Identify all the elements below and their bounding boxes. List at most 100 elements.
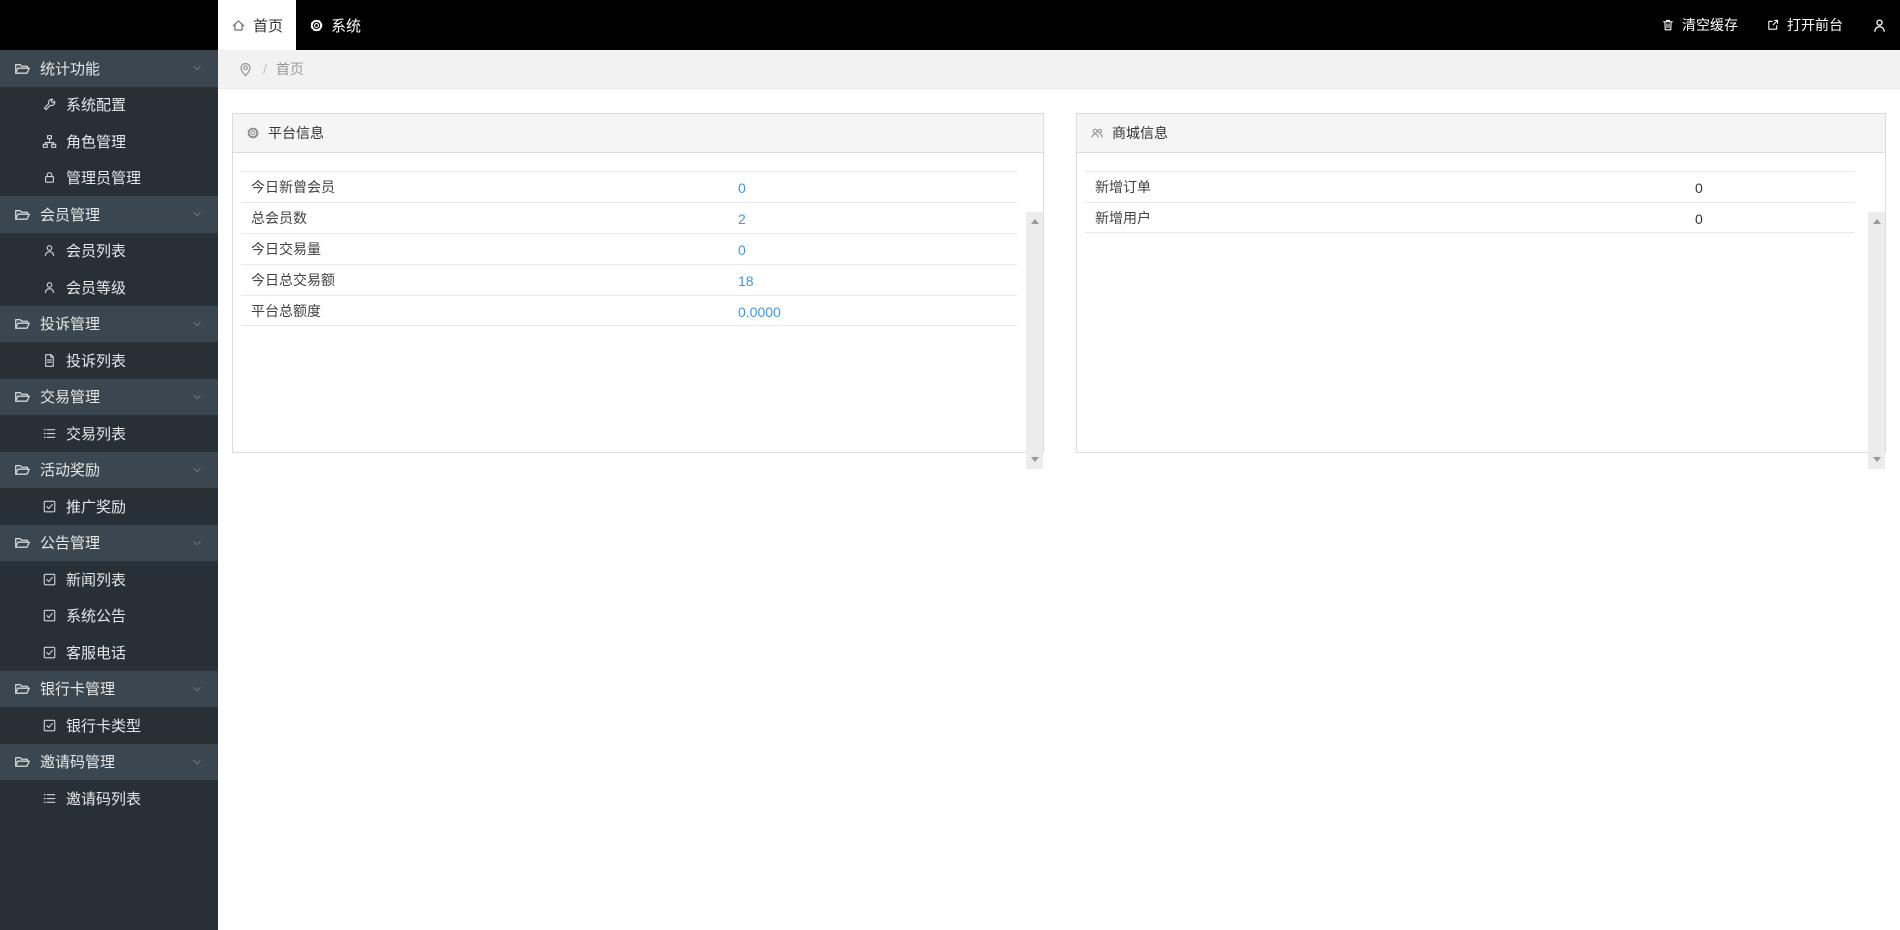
user-menu-button[interactable] (1871, 17, 1888, 34)
stat-value-link[interactable]: 18 (738, 265, 754, 296)
stat-label: 总会员数 (251, 210, 307, 226)
mall-info-panel: 商城信息 新增订单 0 新增用户 0 (1076, 113, 1886, 469)
tab-bar: 首页 系统 (218, 0, 374, 50)
list-icon (42, 791, 57, 806)
sidebar-item-notice-management[interactable]: 公告管理 (0, 524, 218, 561)
sidebar-item-bankcard-type[interactable]: 银行卡类型 (0, 707, 218, 744)
sidebar-item-complaint-list[interactable]: 投诉列表 (0, 342, 218, 379)
open-frontend-button[interactable]: 打开前台 (1766, 15, 1843, 35)
mall-panel-scrollbar[interactable] (1868, 212, 1885, 469)
sidebar-item-invite-code-management[interactable]: 邀请码管理 (0, 743, 218, 780)
sidebar-item-admin-management[interactable]: 管理员管理 (0, 160, 218, 197)
tab-system[interactable]: 系统 (296, 0, 374, 50)
gear-icon (246, 126, 260, 140)
clear-cache-button[interactable]: 清空缓存 (1661, 15, 1738, 35)
external-link-icon (1766, 18, 1780, 32)
stat-value: 0 (1695, 210, 1703, 227)
sidebar-item-complaint-management[interactable]: 投诉管理 (0, 305, 218, 342)
stat-value: 0 (1695, 179, 1703, 196)
sidebar-item-system-config[interactable]: 系统配置 (0, 87, 218, 124)
tab-home[interactable]: 首页 (218, 0, 297, 50)
sitemap-icon (42, 134, 57, 149)
sidebar-item-role-management[interactable]: 角色管理 (0, 123, 218, 160)
scroll-down-icon[interactable] (1030, 457, 1039, 462)
check-square-icon (42, 645, 57, 660)
stat-value-link[interactable]: 2 (738, 203, 746, 234)
sidebar-item-member-management[interactable]: 会员管理 (0, 196, 218, 233)
stat-row: 新增订单 0 (1085, 171, 1854, 202)
sidebar-item-invite-code-list[interactable]: 邀请码列表 (0, 780, 218, 817)
stat-label: 今日新曾会员 (251, 179, 335, 195)
user-icon (42, 280, 57, 295)
stat-label: 新增订单 (1095, 179, 1151, 195)
platform-info-panel: 平台信息 今日新曾会员 0 总会员数 2 今日交易量 0 今日总交易额 18 平… (232, 113, 1044, 469)
folder-open-icon (14, 534, 31, 551)
folder-open-icon (14, 60, 31, 77)
breadcrumb-current[interactable]: 首页 (276, 59, 304, 79)
chevron-down-icon (190, 463, 204, 477)
stat-row: 今日新曾会员 0 (241, 171, 1017, 202)
user-icon (42, 243, 57, 258)
stat-label: 平台总额度 (251, 302, 321, 319)
stat-row: 新增用户 0 (1085, 202, 1854, 233)
sidebar-item-system-notice[interactable]: 系统公告 (0, 598, 218, 635)
chevron-down-icon (190, 61, 204, 75)
mall-panel-body: 新增订单 0 新增用户 0 (1077, 171, 1885, 470)
platform-panel-body: 今日新曾会员 0 总会员数 2 今日交易量 0 今日总交易额 18 平台总额度 … (233, 171, 1043, 470)
chevron-down-icon (190, 536, 204, 550)
gear-icon (309, 18, 324, 33)
sidebar-item-stats[interactable]: 统计功能 (0, 50, 218, 87)
scroll-up-icon[interactable] (1872, 219, 1881, 224)
scroll-down-icon[interactable] (1872, 457, 1881, 462)
stat-label: 新增用户 (1095, 209, 1151, 226)
stat-label: 今日总交易额 (251, 272, 335, 288)
scroll-up-icon[interactable] (1030, 219, 1039, 224)
check-square-icon (42, 718, 57, 733)
chevron-down-icon (190, 207, 204, 221)
stat-value-link[interactable]: 0.0000 (738, 296, 781, 327)
sidebar-item-trade-management[interactable]: 交易管理 (0, 378, 218, 415)
chevron-down-icon (190, 755, 204, 769)
trash-icon (1661, 18, 1675, 32)
folder-open-icon (14, 753, 31, 770)
platform-panel-header: 平台信息 (233, 114, 1043, 153)
breadcrumb-separator: / (263, 61, 267, 77)
platform-stats-table: 今日新曾会员 0 总会员数 2 今日交易量 0 今日总交易额 18 平台总额度 … (241, 171, 1017, 326)
sidebar-item-trade-list[interactable]: 交易列表 (0, 415, 218, 452)
chevron-down-icon (190, 317, 204, 331)
file-text-icon (42, 353, 57, 368)
stat-row: 今日总交易额 18 (241, 264, 1017, 295)
sidebar-item-member-list[interactable]: 会员列表 (0, 233, 218, 270)
stat-label: 今日交易量 (251, 241, 321, 257)
sidebar-item-service-phone[interactable]: 客服电话 (0, 634, 218, 671)
folder-open-icon (14, 461, 31, 478)
platform-panel-title: 平台信息 (268, 125, 324, 141)
stat-row: 今日交易量 0 (241, 233, 1017, 264)
sidebar-item-promotion-reward[interactable]: 推广奖励 (0, 488, 218, 525)
sidebar-item-member-level[interactable]: 会员等级 (0, 269, 218, 306)
sidebar: 统计功能 系统配置 角色管理 管理员管理 会员管理 会员列表 会员等级 投诉管理… (0, 50, 218, 930)
mall-panel-header: 商城信息 (1077, 114, 1885, 153)
folder-open-icon (14, 388, 31, 405)
mall-panel-title: 商城信息 (1112, 125, 1168, 141)
stat-value-link[interactable]: 0 (738, 234, 746, 265)
main-area: / 首页 平台信息 今日新曾会员 0 总会员数 2 今日交易量 0 今日总交易额… (218, 50, 1900, 930)
mall-stats-table: 新增订单 0 新增用户 0 (1085, 171, 1854, 233)
stat-value-link[interactable]: 0 (738, 172, 746, 203)
check-square-icon (42, 608, 57, 623)
stat-row: 总会员数 2 (241, 202, 1017, 233)
content: 平台信息 今日新曾会员 0 总会员数 2 今日交易量 0 今日总交易额 18 平… (218, 89, 1900, 930)
sidebar-item-news-list[interactable]: 新闻列表 (0, 561, 218, 598)
folder-open-icon (14, 206, 31, 223)
sidebar-item-bankcard-management[interactable]: 银行卡管理 (0, 670, 218, 707)
topbar: 首页 系统 清空缓存 打开前台 (0, 0, 1900, 50)
sidebar-item-activity-reward[interactable]: 活动奖励 (0, 451, 218, 488)
platform-panel-scrollbar[interactable] (1026, 212, 1043, 469)
stat-row: 平台总额度 0.0000 (241, 295, 1017, 326)
chevron-down-icon (190, 390, 204, 404)
home-icon (231, 18, 246, 33)
location-pin-icon (237, 61, 254, 78)
list-icon (42, 426, 57, 441)
users-icon (1090, 126, 1104, 140)
folder-open-icon (14, 315, 31, 332)
